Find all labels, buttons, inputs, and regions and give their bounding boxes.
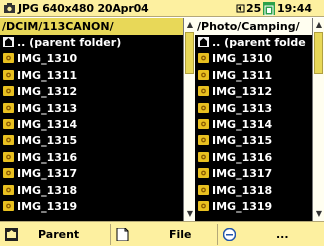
parent-folder-icon	[5, 228, 18, 241]
file-name: IMG_1317	[212, 167, 273, 181]
file-name: IMG_1316	[212, 150, 273, 164]
image-icon	[198, 168, 209, 179]
file-name: IMG_1313	[212, 101, 273, 115]
right-pane-path: /Photo/Camping/	[195, 18, 312, 35]
file-row[interactable]: IMG_1311	[0, 68, 183, 84]
right-scrollbar-thumb[interactable]	[314, 32, 323, 74]
file-name: IMG_1311	[212, 68, 273, 82]
left-file-pane[interactable]: /DCIM/113CANON/ .. (parent folder) IMG_13…	[0, 18, 183, 221]
scroll-up-icon[interactable]: ▲	[185, 20, 195, 30]
parent-folder-icon	[198, 37, 209, 47]
status-bar: JPG 640x480 20Apr04 25 19:44	[0, 0, 324, 17]
file-row[interactable]: IMG_1317	[195, 166, 312, 182]
file-name: IMG_1318	[17, 183, 78, 197]
image-icon	[3, 200, 14, 211]
scroll-down-icon[interactable]: ▼	[185, 209, 195, 219]
battery-level: 25	[246, 2, 262, 15]
more-button[interactable]: ...	[220, 224, 322, 245]
file-row[interactable]: IMG_1318	[0, 183, 183, 199]
sd-card-icon	[263, 2, 275, 16]
file-name: IMG_1318	[212, 183, 273, 197]
file-name: IMG_1312	[212, 85, 273, 99]
file-row[interactable]: IMG_1319	[0, 199, 183, 215]
file-row[interactable]: IMG_1317	[0, 166, 183, 182]
file-name: IMG_1314	[17, 117, 78, 131]
file-row[interactable]: IMG_1312	[0, 84, 183, 100]
image-icon	[198, 151, 209, 162]
right-file-pane[interactable]: /Photo/Camping/ .. (parent folde IMG_1310…	[195, 18, 312, 221]
image-icon	[198, 184, 209, 195]
image-icon	[3, 151, 14, 162]
parent-button[interactable]: Parent	[2, 224, 106, 245]
file-row[interactable]: IMG_1312	[195, 84, 312, 100]
left-scrollbar-thumb[interactable]	[185, 32, 194, 74]
file-button-label: File	[169, 228, 192, 241]
file-row[interactable]: IMG_1311	[195, 68, 312, 84]
file-name: IMG_1311	[17, 68, 78, 82]
image-icon	[198, 53, 209, 64]
image-icon	[3, 102, 14, 113]
left-file-list: .. (parent folder) IMG_1310 IMG_1311 IMG_13…	[0, 35, 183, 215]
file-name: IMG_1315	[17, 134, 78, 148]
right-scrollbar[interactable]: ▲ ▼	[312, 18, 324, 221]
more-button-label: ...	[276, 228, 289, 241]
parent-folder-icon	[3, 37, 14, 47]
toolbar-divider	[110, 224, 111, 245]
image-icon	[198, 69, 209, 80]
camera-icon	[4, 3, 15, 13]
file-name: IMG_1314	[212, 117, 273, 131]
file-name: IMG_1316	[17, 150, 78, 164]
image-icon	[198, 102, 209, 113]
image-icon	[198, 86, 209, 97]
scroll-up-icon[interactable]: ▲	[314, 20, 324, 30]
file-row[interactable]: IMG_1314	[195, 117, 312, 133]
image-icon	[3, 118, 14, 129]
bottom-toolbar: Parent File ...	[0, 221, 324, 246]
parent-button-label: Parent	[38, 228, 80, 241]
clock: 19:44	[277, 2, 313, 15]
file-row[interactable]: IMG_1316	[0, 150, 183, 166]
scroll-down-icon[interactable]: ▼	[314, 209, 324, 219]
file-row[interactable]: IMG_1318	[195, 183, 312, 199]
left-pane-path: /DCIM/113CANON/	[0, 18, 183, 35]
image-icon	[198, 200, 209, 211]
file-row[interactable]: IMG_1310	[195, 51, 312, 67]
file-row[interactable]: IMG_1315	[195, 133, 312, 149]
image-icon	[3, 184, 14, 195]
file-name: IMG_1310	[212, 52, 273, 66]
file-row[interactable]: IMG_1319	[195, 199, 312, 215]
file-name: IMG_1310	[17, 52, 78, 66]
file-name: IMG_1319	[17, 199, 78, 213]
file-name: IMG_1317	[17, 167, 78, 181]
file-row[interactable]: IMG_1313	[195, 101, 312, 117]
right-file-list: .. (parent folde IMG_1310 IMG_1311 IMG_1312…	[195, 35, 312, 215]
parent-folder-row[interactable]: .. (parent folder)	[0, 35, 183, 51]
file-name: .. (parent folde	[212, 36, 306, 49]
file-name: IMG_1312	[17, 85, 78, 99]
menu-icon	[223, 228, 236, 241]
file-info: JPG 640x480 20Apr04	[18, 2, 149, 15]
file-button[interactable]: File	[113, 224, 213, 245]
file-name: IMG_1315	[212, 134, 273, 148]
image-icon	[198, 135, 209, 146]
image-icon	[3, 168, 14, 179]
image-icon	[198, 118, 209, 129]
parent-folder-row[interactable]: .. (parent folde	[195, 35, 312, 51]
image-icon	[3, 135, 14, 146]
file-row[interactable]: IMG_1310	[0, 51, 183, 67]
file-row[interactable]: IMG_1314	[0, 117, 183, 133]
image-icon	[3, 53, 14, 64]
file-name: IMG_1319	[212, 199, 273, 213]
file-row[interactable]: IMG_1315	[0, 133, 183, 149]
file-icon	[116, 228, 129, 241]
file-name: .. (parent folder)	[17, 36, 122, 49]
file-row[interactable]: IMG_1313	[0, 101, 183, 117]
toolbar-divider	[217, 224, 218, 245]
image-icon	[3, 69, 14, 80]
left-scrollbar[interactable]: ▲ ▼	[183, 18, 195, 221]
battery-icon	[236, 4, 245, 13]
image-icon	[3, 86, 14, 97]
file-row[interactable]: IMG_1316	[195, 150, 312, 166]
file-name: IMG_1313	[17, 101, 78, 115]
